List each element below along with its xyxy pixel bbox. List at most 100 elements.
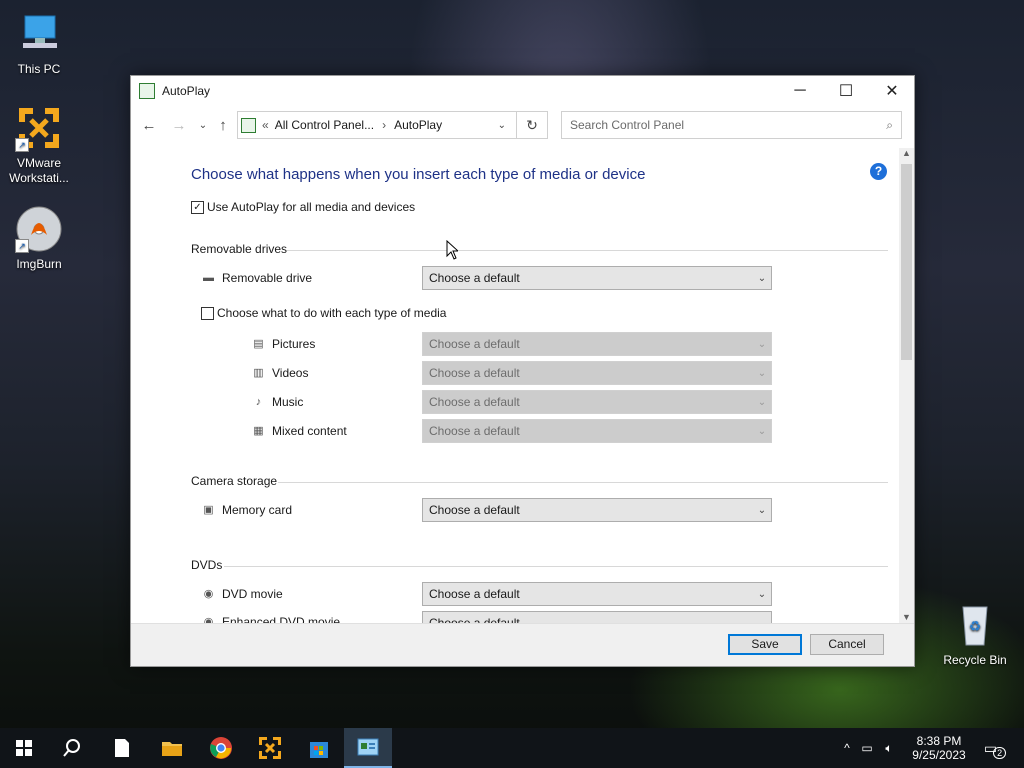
media-types-label[interactable]: Choose what to do with each type of medi…: [217, 306, 446, 320]
forward-button[interactable]: →: [167, 113, 191, 137]
search-taskbar-button[interactable]: [48, 728, 96, 768]
pictures-select[interactable]: Choose a default ⌄: [422, 332, 772, 356]
search-box[interactable]: Search Control Panel ⌕: [561, 111, 902, 139]
section-camera-storage: Camera storage: [191, 474, 278, 488]
music-label: Music: [272, 395, 304, 409]
taskbar-file-app[interactable]: [98, 728, 146, 768]
chevron-down-icon: ⌄: [757, 338, 767, 350]
taskbar-file-explorer[interactable]: [148, 728, 196, 768]
dialog-footer: Save Cancel: [131, 623, 914, 666]
vmware-icon: [259, 737, 281, 759]
music-select[interactable]: Choose a default ⌄: [422, 390, 772, 414]
window-title: AutoPlay: [162, 84, 211, 98]
memory-card-select[interactable]: Choose a default ⌄: [422, 498, 772, 522]
autoplay-settings-content: Choose what happens when you insert each…: [131, 148, 898, 624]
svg-text:♻: ♻: [969, 618, 982, 634]
chrome-icon: [210, 737, 232, 759]
taskbar-store[interactable]: [295, 728, 343, 768]
desktop-icon-imgburn[interactable]: ↗ ImgBurn: [1, 205, 77, 272]
dvd-movie-select[interactable]: Choose a default ⌄: [422, 582, 772, 606]
address-dropdown-icon[interactable]: ⌄: [498, 120, 506, 131]
clock[interactable]: 8:38 PM 9/25/2023: [906, 728, 972, 768]
windows-logo-icon: [16, 740, 32, 756]
address-bar[interactable]: « All Control Panel... › AutoPlay ⌄: [237, 111, 545, 139]
notification-count-badge: 2: [993, 747, 1007, 759]
chevron-down-icon: ⌄: [757, 425, 767, 437]
help-icon[interactable]: ?: [870, 163, 887, 180]
use-autoplay-label[interactable]: Use AutoPlay for all media and devices: [207, 200, 415, 214]
computer-icon: [15, 10, 63, 58]
recycle-bin-icon: ♻: [951, 601, 999, 649]
vertical-scrollbar[interactable]: ▲ ▼: [899, 148, 914, 624]
control-panel-icon: [357, 738, 379, 756]
dvd-icon: ◉: [203, 588, 214, 600]
title-bar: AutoPlay ─ ☐ ✕: [131, 76, 914, 106]
taskbar-control-panel[interactable]: [344, 728, 392, 768]
desktop-icon-label: VMware Workstati...: [9, 156, 69, 185]
desktop-icon-this-pc[interactable]: This PC: [1, 10, 77, 77]
control-panel-icon: [139, 83, 155, 99]
removable-drive-select[interactable]: Choose a default ⌄: [422, 266, 772, 290]
store-icon: [310, 742, 328, 758]
document-icon: [115, 739, 129, 757]
chevron-down-icon: ⌄: [757, 504, 767, 516]
music-icon: ♪: [255, 396, 262, 408]
clock-time: 8:38 PM: [916, 734, 962, 748]
taskbar-chrome[interactable]: [197, 728, 245, 768]
videos-label: Videos: [272, 366, 309, 380]
use-autoplay-checkbox[interactable]: ✓: [191, 201, 204, 214]
save-button[interactable]: Save: [728, 634, 802, 655]
divider: [287, 250, 888, 251]
pictures-icon: ▤: [253, 338, 264, 350]
close-button[interactable]: ✕: [869, 76, 915, 106]
scroll-down-icon[interactable]: ▼: [902, 612, 911, 622]
desktop-icon-label: Recycle Bin: [943, 653, 1007, 667]
dvd-movie-label: DVD movie: [222, 587, 283, 601]
breadcrumb-separator[interactable]: ›: [382, 118, 386, 132]
page-title: Choose what happens when you insert each…: [191, 166, 646, 183]
desktop-icon-recycle-bin[interactable]: ♻ Recycle Bin: [937, 601, 1013, 668]
folder-icon: [162, 742, 182, 756]
refresh-button[interactable]: ↻: [516, 111, 548, 139]
taskbar: ^ ▭ 🔈︎ 8:38 PM 9/25/2023 ▭ 2: [0, 728, 1024, 768]
scroll-up-icon[interactable]: ▲: [902, 148, 911, 158]
chevron-down-icon: ⌄: [757, 272, 767, 284]
scrollbar-thumb[interactable]: [901, 164, 912, 360]
mixed-content-select[interactable]: Choose a default ⌄: [422, 419, 772, 443]
vmware-icon: ↗: [15, 104, 63, 152]
mixed-content-icon: ▦: [253, 425, 264, 437]
back-button[interactable]: ←: [137, 113, 161, 137]
media-types-checkbox[interactable]: [201, 307, 214, 320]
volume-muted-icon[interactable]: 🔈︎: [878, 741, 900, 756]
network-icon[interactable]: ▭: [856, 741, 878, 755]
breadcrumb-all-control-panel[interactable]: All Control Panel...: [275, 118, 374, 132]
taskbar-vmware[interactable]: [246, 728, 294, 768]
cancel-button[interactable]: Cancel: [810, 634, 884, 655]
up-button[interactable]: ↑: [211, 113, 235, 137]
pictures-label: Pictures: [272, 337, 316, 351]
chevron-down-icon: ⌄: [757, 588, 767, 600]
breadcrumb-prefix[interactable]: «: [262, 118, 269, 132]
shortcut-arrow-icon: ↗: [15, 138, 29, 152]
start-button[interactable]: [0, 728, 48, 768]
memory-card-label: Memory card: [222, 503, 293, 517]
search-input[interactable]: Search Control Panel: [570, 118, 886, 132]
section-removable-drives: Removable drives: [191, 242, 288, 256]
action-center-button[interactable]: ▭ 2: [980, 728, 1010, 768]
clock-date: 9/25/2023: [912, 748, 966, 762]
shortcut-arrow-icon: ↗: [15, 239, 29, 253]
removable-drive-label: Removable drive: [222, 271, 313, 285]
search-icon: ⌕: [886, 117, 893, 132]
videos-select[interactable]: Choose a default ⌄: [422, 361, 772, 385]
desktop-icon-vmware[interactable]: ↗ VMware Workstati...: [1, 104, 77, 186]
disc-burn-icon: ↗: [15, 205, 63, 253]
control-panel-icon: [241, 117, 256, 133]
memory-card-icon: ▣: [203, 504, 214, 516]
maximize-button[interactable]: ☐: [823, 76, 869, 106]
show-hidden-icons-icon[interactable]: ^: [838, 741, 856, 755]
chevron-down-icon: ⌄: [757, 396, 767, 408]
autoplay-window: AutoPlay ─ ☐ ✕ ← → ⌄ ↑ « All Control Pan…: [130, 75, 915, 667]
minimize-button[interactable]: ─: [777, 76, 823, 106]
breadcrumb-autoplay[interactable]: AutoPlay: [394, 118, 442, 132]
mixed-content-label: Mixed content: [272, 424, 347, 438]
